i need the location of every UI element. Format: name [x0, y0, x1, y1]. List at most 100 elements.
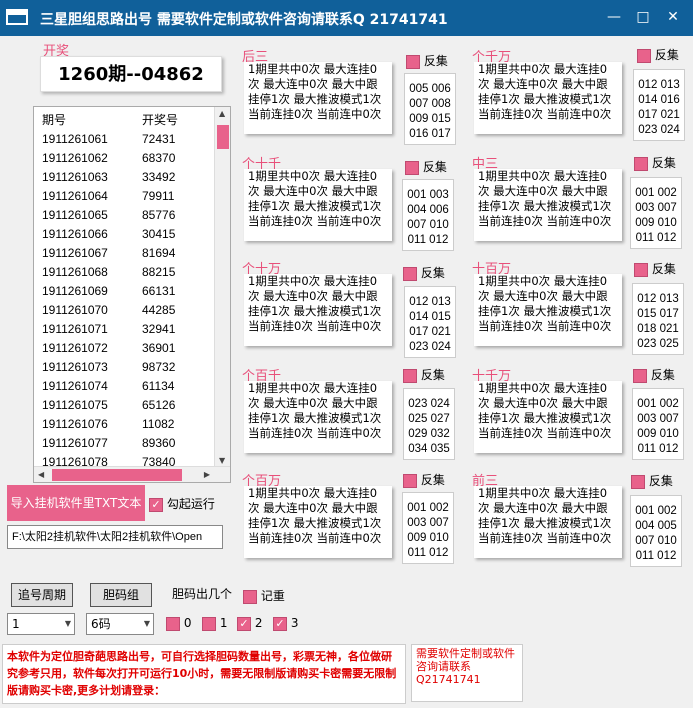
vertical-scroll-thumb[interactable] — [217, 125, 229, 149]
table-row[interactable]: 1911261063 33492 — [34, 167, 214, 186]
panel-stats: 1期里共中0次 最大连挂0次 最大连中0次 最大中跟挂停1次 最大推波模式1次 … — [474, 486, 622, 558]
table-row[interactable]: 1911261075 65126 — [34, 395, 214, 414]
number-cell: 33492 — [142, 170, 176, 184]
panel-stats: 1期里共中0次 最大连挂0次 最大连中0次 最大中跟挂停1次 最大推波模式1次 … — [244, 486, 392, 558]
chevron-down-icon: ▼ — [143, 619, 150, 628]
table-row[interactable]: 1911261076 11082 — [34, 414, 214, 433]
checkbox-icon: ✓ — [166, 616, 180, 631]
fanji-checkbox[interactable]: ✓ 反集 — [403, 264, 445, 281]
option-3-checkbox[interactable]: ✓ 3 — [273, 616, 298, 631]
period-cell: 1911261064 — [42, 189, 108, 203]
number-line: 029 032 — [408, 428, 450, 440]
option-0-checkbox[interactable]: ✓ 0 — [166, 616, 191, 631]
panel-numbers: 001 003 004 006 007 010 011 012 — [402, 179, 454, 251]
number-cell: 68370 — [142, 151, 176, 165]
panel-numbers: 005 006 007 008 009 015 016 017 — [404, 73, 456, 145]
close-button[interactable]: ✕ — [662, 8, 684, 26]
table-row[interactable]: 1911261067 81694 — [34, 243, 214, 262]
auto-run-checkbox[interactable]: ✓ 勾起运行 — [149, 495, 215, 512]
number-line: 012 013 — [637, 293, 679, 305]
period-cell: 1911261071 — [42, 322, 108, 336]
track-period-button[interactable]: 追号周期 — [11, 583, 73, 607]
scroll-down-icon[interactable]: ▼ — [219, 456, 225, 465]
fanji-checkbox[interactable]: ✓ 反集 — [633, 366, 675, 383]
number-line: 023 024 — [409, 341, 451, 353]
period-cell: 1911261065 — [42, 208, 108, 222]
horizontal-scroll-thumb[interactable] — [52, 469, 182, 481]
history-table[interactable]: 期号 开奖号 1911261061 72431 1911261062 68370 191… — [33, 106, 231, 483]
number-line: 003 007 — [407, 517, 449, 529]
contact-text: 需要软件定制或软件咨询请联系 Q21741741 — [411, 644, 523, 702]
period-cell: 1911261069 — [42, 284, 108, 298]
table-row[interactable]: 1911261071 32941 — [34, 319, 214, 338]
fanji-checkbox[interactable]: ✓ 反集 — [634, 260, 676, 277]
panel-numbers: 001 002 003 007 009 010 011 012 — [632, 388, 684, 460]
checkbox-icon: ✓ — [202, 616, 216, 631]
vertical-scrollbar[interactable]: ▲ ▼ — [214, 107, 230, 467]
number-line: 023 024 — [408, 398, 450, 410]
number-line: 016 017 — [409, 128, 451, 140]
table-row[interactable]: 1911261074 61134 — [34, 376, 214, 395]
number-line: 011 012 — [635, 550, 677, 562]
column-period: 期号 — [42, 113, 67, 127]
number-line: 001 002 — [407, 502, 449, 514]
panel-numbers: 012 013 014 015 017 021 023 024 — [404, 286, 456, 358]
import-txt-button[interactable]: 导入挂机软件里TXT文本 — [7, 485, 145, 521]
table-row[interactable]: 1911261072 36901 — [34, 338, 214, 357]
checkbox-icon: ✓ — [633, 368, 647, 383]
scroll-left-icon[interactable]: ◀ — [38, 470, 44, 479]
number-line: 011 012 — [635, 232, 677, 244]
fanji-checkbox[interactable]: ✓ 反集 — [631, 472, 673, 489]
record-repeat-checkbox[interactable]: ✓ 记重 — [243, 587, 285, 604]
number-line: 009 010 — [407, 532, 449, 544]
minimize-button[interactable]: — — [603, 8, 625, 26]
table-row[interactable]: 1911261062 68370 — [34, 148, 214, 167]
number-line: 023 025 — [637, 338, 679, 350]
current-period: 1260期--04862 — [40, 56, 222, 92]
period-cell: 1911261063 — [42, 170, 108, 184]
panel-numbers: 001 002 003 007 009 010 011 012 — [630, 177, 682, 249]
panel-stats: 1期里共中0次 最大连挂0次 最大连中0次 最大中跟挂停1次 最大推波模式1次 … — [474, 381, 622, 453]
checkmark-icon: ✓ — [273, 616, 287, 631]
checkbox-icon: ✓ — [405, 160, 419, 175]
number-line: 007 010 — [407, 219, 449, 231]
period-select[interactable]: 1 ▼ — [7, 613, 75, 635]
table-row[interactable]: 1911261065 85776 — [34, 205, 214, 224]
table-row[interactable]: 1911261064 79911 — [34, 186, 214, 205]
number-line: 001 002 — [635, 187, 677, 199]
table-row[interactable]: 1911261077 89360 — [34, 433, 214, 452]
fanji-checkbox[interactable]: ✓ 反集 — [403, 366, 445, 383]
panel-stats: 1期里共中0次 最大连挂0次 最大连中0次 最大中跟挂停1次 最大推波模式1次 … — [474, 169, 622, 241]
table-row[interactable]: 1911261069 66131 — [34, 281, 214, 300]
horizontal-scrollbar[interactable]: ◀ ▶ — [34, 466, 230, 482]
option-1-checkbox[interactable]: ✓ 1 — [202, 616, 227, 631]
dan-count-label: 胆码出几个 — [172, 587, 233, 601]
fanji-checkbox[interactable]: ✓ 反集 — [405, 158, 447, 175]
table-row[interactable]: 1911261073 98732 — [34, 357, 214, 376]
number-line: 015 017 — [637, 308, 679, 320]
option-2-checkbox[interactable]: ✓ 2 — [237, 616, 262, 631]
file-path-input[interactable]: F:\太阳2挂机软件\太阳2挂机软件\Open — [7, 525, 223, 549]
scroll-up-icon[interactable]: ▲ — [219, 109, 225, 118]
period-cell: 1911261075 — [42, 398, 108, 412]
fanji-checkbox[interactable]: ✓ 反集 — [403, 471, 445, 488]
period-cell: 1911261072 — [42, 341, 108, 355]
number-cell: 32941 — [142, 322, 176, 336]
table-row[interactable]: 1911261066 30415 — [34, 224, 214, 243]
code-count-select[interactable]: 6码 ▼ — [86, 613, 154, 635]
period-cell: 1911261077 — [42, 436, 108, 450]
number-cell: 66131 — [142, 284, 176, 298]
table-row[interactable]: 1911261061 72431 — [34, 129, 214, 148]
scroll-right-icon[interactable]: ▶ — [204, 470, 210, 479]
checkbox-icon: ✓ — [243, 589, 257, 604]
number-line: 011 012 — [407, 547, 449, 559]
table-row[interactable]: 1911261070 44285 — [34, 300, 214, 319]
checkbox-icon: ✓ — [634, 156, 648, 171]
dan-group-button[interactable]: 胆码组 — [90, 583, 152, 607]
table-row[interactable]: 1911261068 88215 — [34, 262, 214, 281]
maximize-button[interactable]: □ — [632, 8, 654, 26]
fanji-checkbox[interactable]: ✓ 反集 — [406, 52, 448, 69]
fanji-checkbox[interactable]: ✓ 反集 — [637, 46, 679, 63]
checkmark-icon: ✓ — [237, 616, 251, 631]
fanji-checkbox[interactable]: ✓ 反集 — [634, 154, 676, 171]
